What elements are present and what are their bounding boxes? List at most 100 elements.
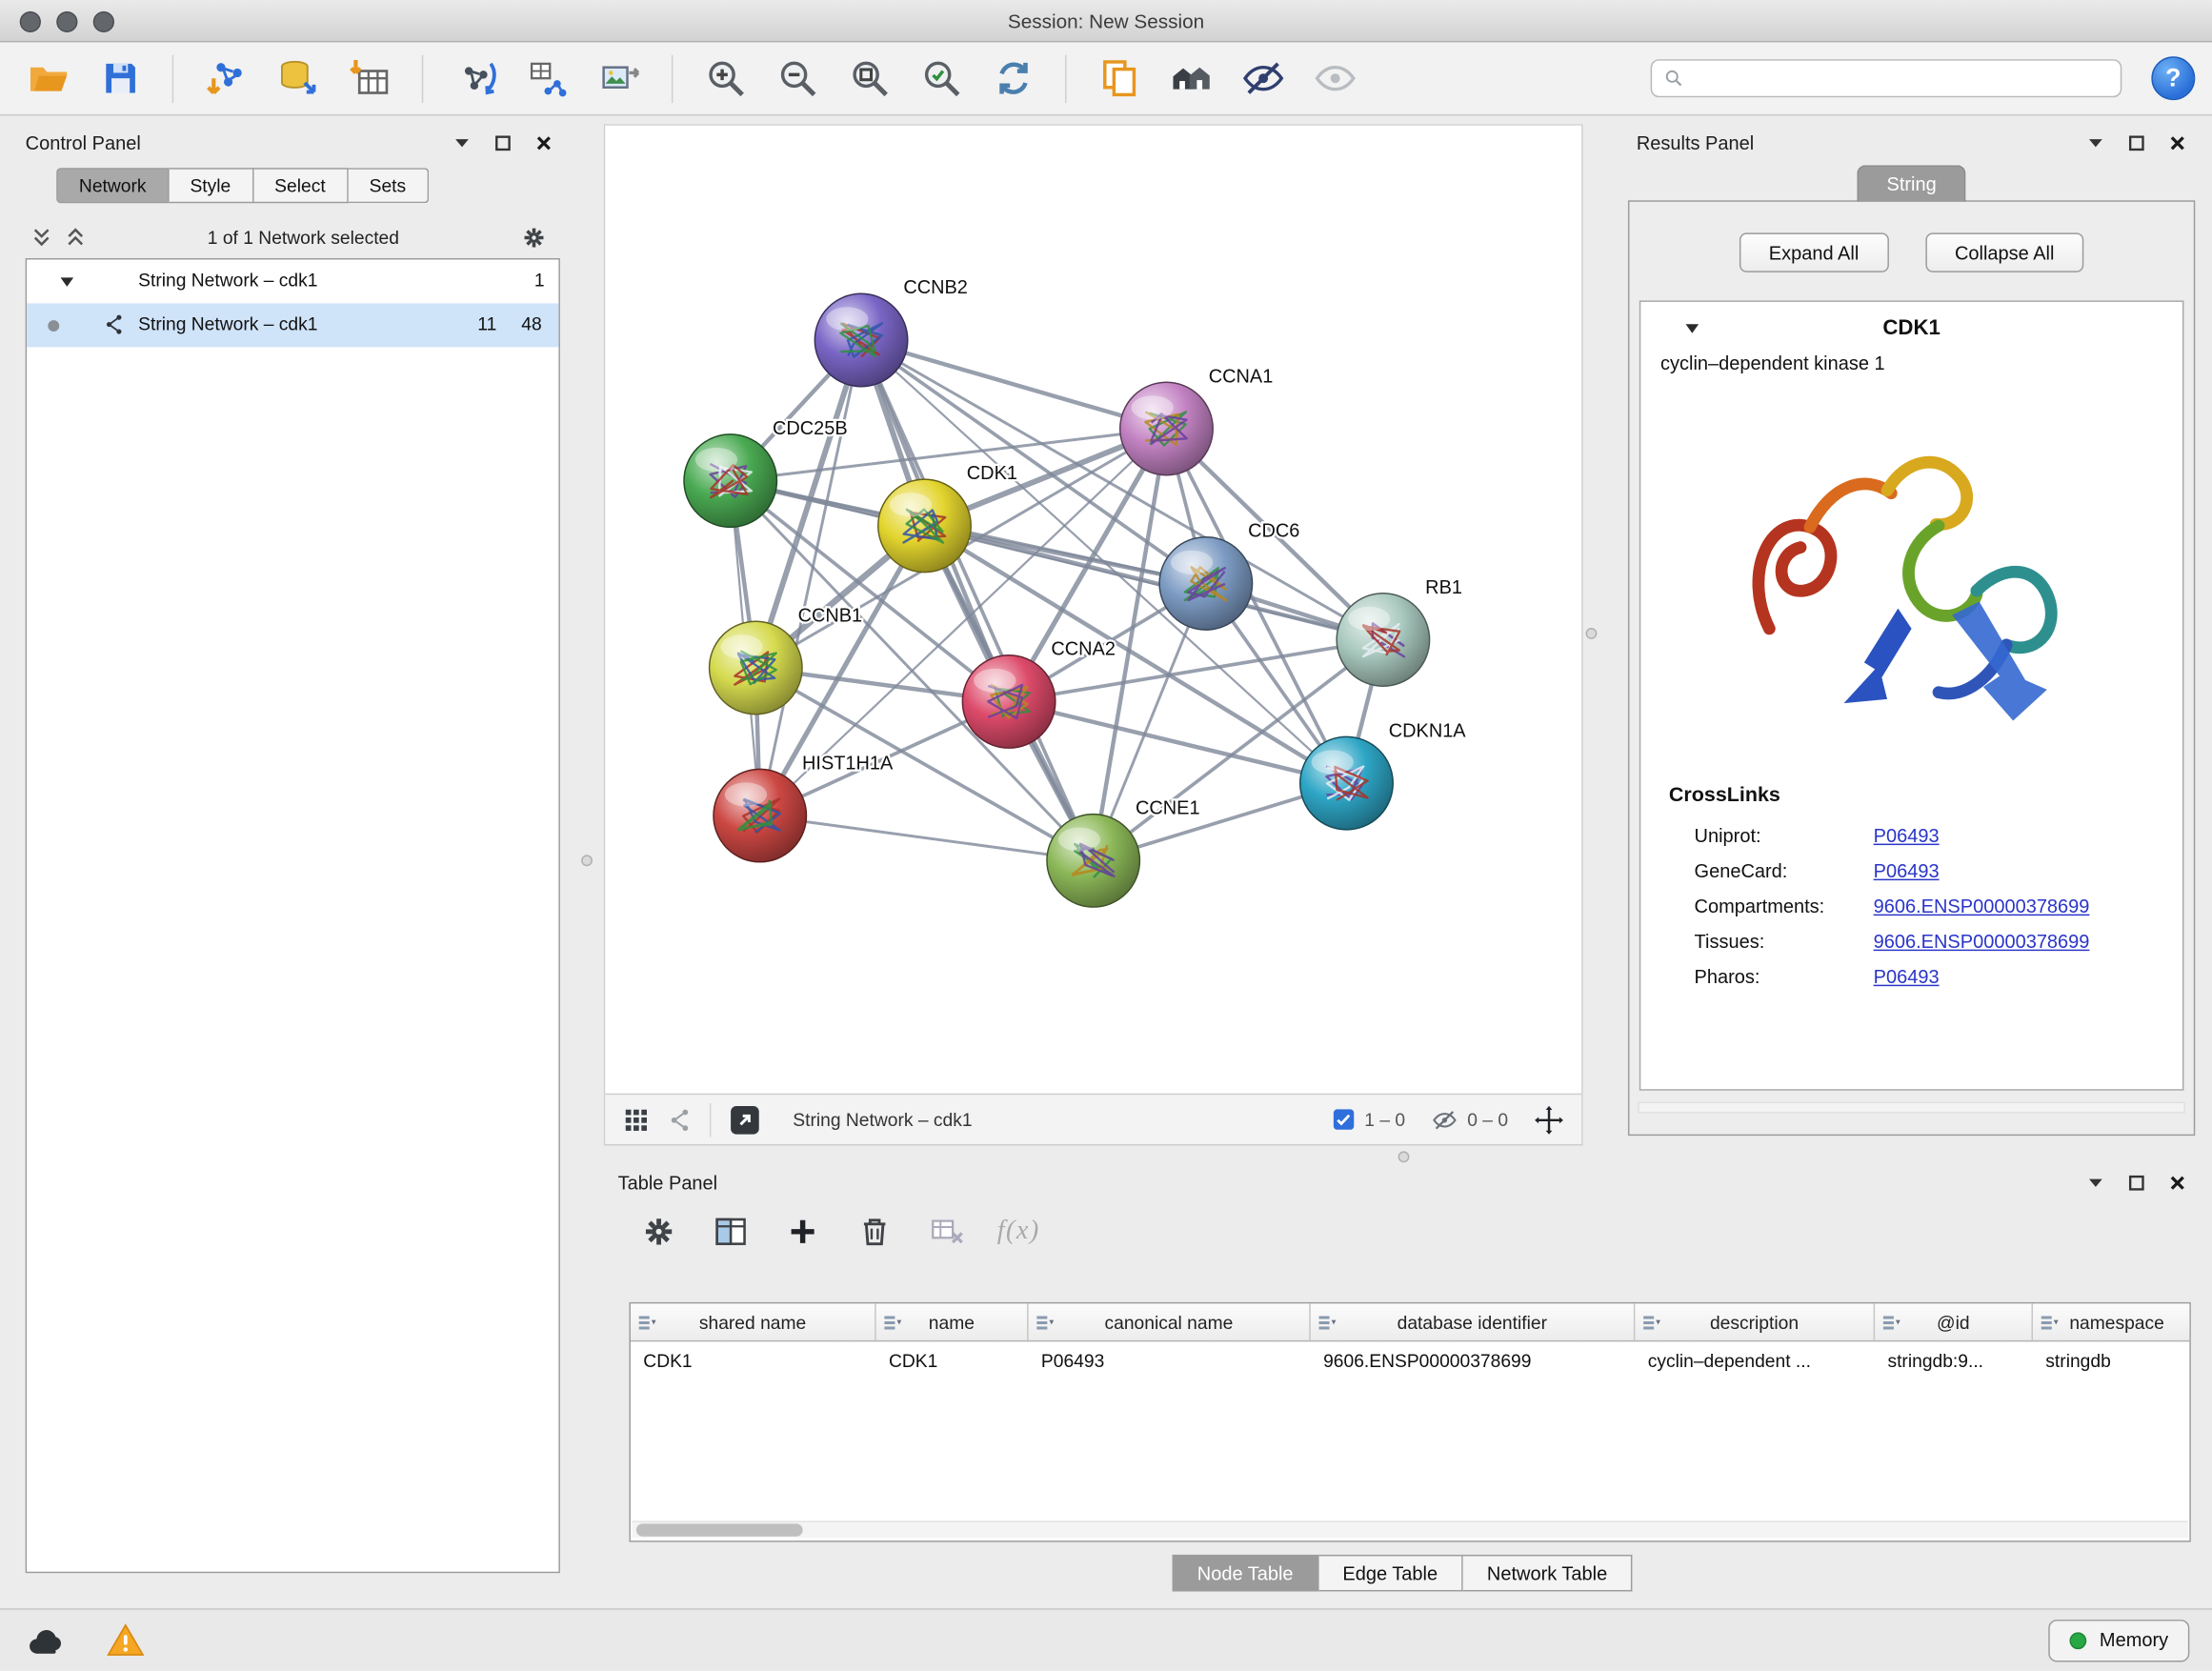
string-share-icon-disabled[interactable]	[667, 1107, 693, 1133]
network-collection-row[interactable]: String Network – cdk1 1	[27, 259, 558, 303]
table-hscrollbar-thumb[interactable]	[636, 1523, 803, 1536]
crosslink-value-link[interactable]: P06493	[1874, 966, 1940, 987]
zoom-in-button[interactable]	[694, 48, 756, 110]
selected-counts: 1 – 0	[1364, 1109, 1405, 1130]
cloud-status-button[interactable]	[23, 1618, 70, 1662]
network-node-CCNB2[interactable]	[814, 293, 907, 386]
crosslink-value-link[interactable]: 9606.ENSP00000378699	[1874, 896, 2090, 916]
search-input[interactable]	[1693, 68, 2109, 89]
tab-edge-table[interactable]: Edge Table	[1318, 1555, 1463, 1592]
network-options-gear-icon[interactable]	[520, 224, 547, 251]
network-edge-CDK1-RB1[interactable]	[925, 526, 1383, 640]
zoom-out-button[interactable]	[766, 48, 828, 110]
birds-eye-grid-icon[interactable]	[622, 1105, 651, 1134]
column-header-canonical-name[interactable]: canonical name	[1029, 1303, 1311, 1340]
tab-node-table[interactable]: Node Table	[1172, 1555, 1318, 1592]
network-node-CCNA2[interactable]	[962, 655, 1055, 748]
results-scrollbar-track[interactable]	[1638, 1102, 2185, 1114]
import-network-file-button[interactable]	[194, 48, 256, 110]
column-header-description[interactable]: description	[1635, 1303, 1875, 1340]
network-node-CCNB1[interactable]	[710, 621, 802, 714]
apply-layout-button[interactable]	[982, 48, 1044, 110]
collapse-all-icon[interactable]	[31, 225, 52, 249]
panel-float-icon[interactable]	[2127, 133, 2145, 151]
panel-menu-icon[interactable]	[452, 133, 471, 151]
delete-table-button[interactable]	[923, 1208, 971, 1256]
expand-all-button[interactable]: Expand All	[1739, 232, 1889, 272]
memory-button[interactable]: Memory	[2049, 1619, 2190, 1661]
network-node-CDK1[interactable]	[878, 479, 971, 572]
column-header-shared-name[interactable]: shared name	[631, 1303, 876, 1340]
table-hscrollbar-track[interactable]	[632, 1520, 2187, 1538]
network-edge-HIST1H1A-CCNE1[interactable]	[760, 815, 1094, 860]
collapse-all-button[interactable]: Collapse All	[1925, 232, 2084, 272]
tab-style[interactable]: Style	[169, 168, 253, 203]
network-row-selected[interactable]: String Network – cdk1 11 48	[27, 303, 558, 347]
window-close-button[interactable]	[20, 10, 41, 31]
hide-graphics-details-button[interactable]	[1232, 48, 1294, 110]
tab-network-table[interactable]: Network Table	[1463, 1555, 1633, 1592]
panel-float-icon[interactable]	[493, 133, 512, 151]
tab-sets[interactable]: Sets	[348, 168, 428, 203]
crosslink-value-link[interactable]: P06493	[1874, 825, 1940, 846]
tab-select[interactable]: Select	[253, 168, 348, 203]
network-node-CCNA1[interactable]	[1120, 382, 1213, 474]
crosslink-value-link[interactable]: 9606.ENSP00000378699	[1874, 931, 2090, 952]
results-tab-string[interactable]: String	[1857, 165, 1965, 202]
node-label: CDKN1A	[1389, 720, 1467, 741]
pan-crosshair-icon[interactable]	[1534, 1104, 1565, 1136]
panel-close-icon[interactable]	[534, 133, 553, 151]
warnings-button[interactable]	[102, 1618, 150, 1662]
network-edge-CCNB2-CCNA1[interactable]	[861, 340, 1166, 429]
save-session-button[interactable]	[89, 48, 151, 110]
network-from-table-button[interactable]	[516, 48, 578, 110]
show-columns-button[interactable]	[707, 1208, 754, 1256]
column-header-namespace[interactable]: namespace	[2033, 1303, 2191, 1340]
network-from-selection-button[interactable]	[444, 48, 506, 110]
network-edge-CCNB2-CCNE1[interactable]	[861, 340, 1094, 860]
table-row[interactable]: CDK1CDK1P064939606.ENSP00000378699cyclin…	[631, 1341, 2189, 1379]
network-canvas[interactable]: CCNB2CCNA1CDC25BCDK1CDC6RB1CCNB1CCNA2CDK…	[605, 126, 1581, 1094]
vertical-splitter-handle[interactable]	[581, 855, 593, 866]
control-panel-header: Control Panel	[11, 124, 567, 161]
column-sort-icon	[883, 1313, 901, 1331]
zoom-selected-button[interactable]	[910, 48, 972, 110]
window-minimize-button[interactable]	[56, 10, 77, 31]
column-header-name[interactable]: name	[876, 1303, 1029, 1340]
table-options-button[interactable]	[634, 1208, 682, 1256]
open-in-window-icon[interactable]	[728, 1102, 762, 1137]
panel-menu-icon[interactable]	[2086, 133, 2104, 151]
delete-column-button[interactable]	[851, 1208, 898, 1256]
selected-nodes-checkbox-icon[interactable]	[1332, 1108, 1356, 1132]
plus-icon	[784, 1214, 821, 1251]
network-edge-CCNB2-HIST1H1A[interactable]	[760, 340, 861, 815]
panel-menu-icon[interactable]	[2086, 1173, 2104, 1191]
window-zoom-button[interactable]	[93, 10, 114, 31]
tree-expand-icon[interactable]	[58, 273, 76, 289]
import-network-database-button[interactable]	[267, 48, 329, 110]
houses-button[interactable]	[1159, 48, 1221, 110]
panel-close-icon[interactable]	[2168, 133, 2186, 151]
tab-network[interactable]: Network	[56, 168, 169, 203]
vertical-splitter-handle[interactable]	[1586, 628, 1598, 639]
collapse-entry-icon[interactable]	[1683, 320, 1701, 335]
create-column-button[interactable]	[778, 1208, 826, 1256]
expand-all-icon[interactable]	[65, 225, 86, 249]
horizontal-splitter-handle[interactable]	[1398, 1151, 1410, 1162]
panel-close-icon[interactable]	[2168, 1173, 2186, 1191]
export-image-button[interactable]	[589, 48, 651, 110]
crosslink-value-link[interactable]: P06493	[1874, 860, 1940, 881]
column-header-database-identifier[interactable]: database identifier	[1311, 1303, 1636, 1340]
network-node-CDC25B[interactable]	[684, 434, 776, 527]
import-table-button[interactable]	[338, 48, 400, 110]
column-header--id[interactable]: @id	[1875, 1303, 2033, 1340]
panel-float-icon[interactable]	[2127, 1173, 2145, 1191]
function-builder-button[interactable]: f(x)	[995, 1208, 1042, 1256]
hidden-eye-slash-icon[interactable]	[1431, 1107, 1459, 1133]
network-node-CDC6[interactable]	[1159, 537, 1252, 630]
help-button[interactable]: ?	[2151, 56, 2195, 100]
zoom-fit-button[interactable]	[838, 48, 900, 110]
copy-documents-button[interactable]	[1088, 48, 1150, 110]
open-session-button[interactable]	[17, 48, 79, 110]
show-graphics-details-button[interactable]	[1303, 48, 1365, 110]
